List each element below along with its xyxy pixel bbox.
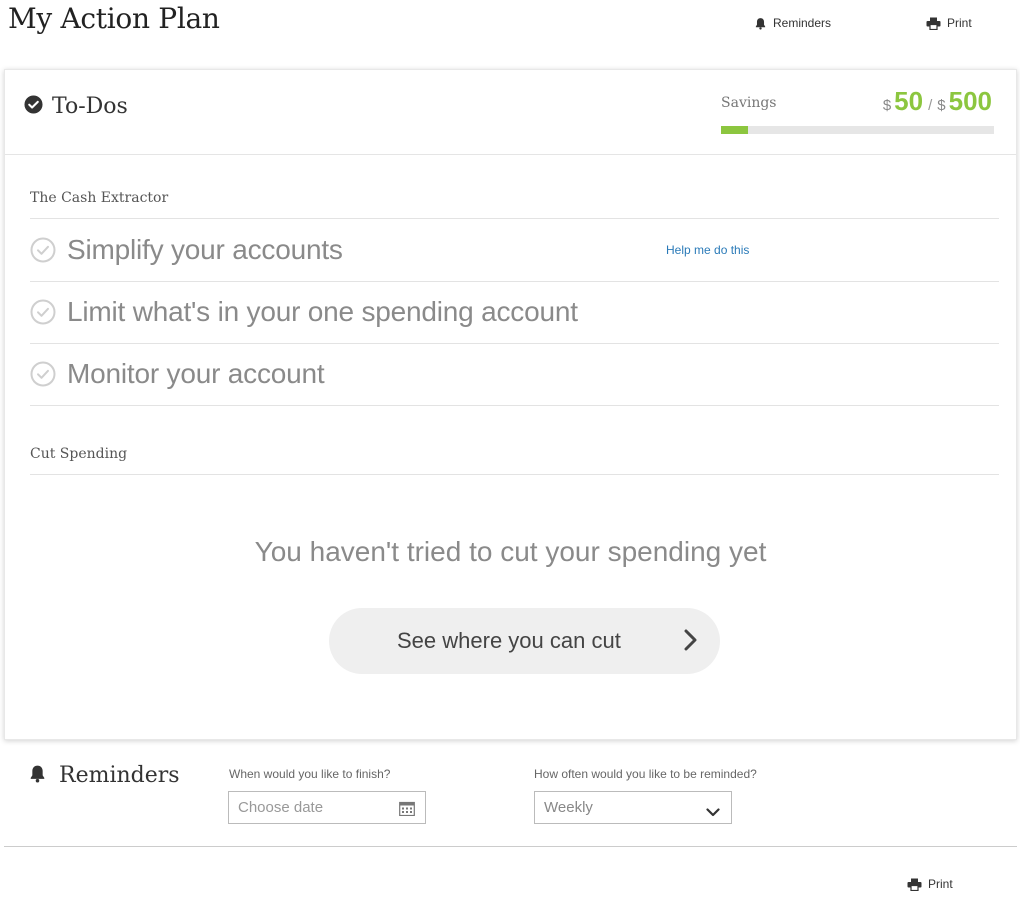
cut-button-label: See where you can cut	[397, 628, 621, 653]
reminders-link-label: Reminders	[773, 16, 832, 30]
todos-header: To-Dos Savings $ 50 / $ 500	[5, 70, 1016, 155]
bell-icon	[754, 17, 767, 30]
savings-goal-currency: $	[937, 97, 946, 114]
chevron-down-icon	[706, 804, 720, 821]
section-title-cash-extractor: The Cash Extractor	[30, 190, 169, 206]
todo-item[interactable]: Monitor your account	[30, 343, 999, 405]
divider	[30, 405, 999, 406]
reminder-frequency-select[interactable]: Weekly	[534, 791, 732, 824]
todo-item[interactable]: Simplify your accounts Help me do this	[30, 219, 999, 281]
reminders-section-title: Reminders	[28, 763, 180, 788]
finish-date-input[interactable]: Choose date	[228, 791, 426, 824]
footer-print-label: Print	[928, 877, 953, 891]
empty-state-message: You haven't tried to cut your spending y…	[254, 536, 767, 567]
todo-item-label: Simplify your accounts	[67, 234, 343, 265]
printer-icon	[926, 17, 941, 30]
savings-progress-fill	[721, 126, 749, 134]
divider	[30, 474, 999, 475]
savings-current: 50	[894, 86, 924, 116]
todo-item[interactable]: Limit what's in your one spending accoun…	[30, 281, 999, 343]
reminder-frequency-value: Weekly	[544, 799, 593, 816]
reminders-link[interactable]: Reminders	[754, 16, 831, 30]
savings-label: Savings	[721, 95, 777, 111]
check-circle-outline-icon[interactable]	[30, 237, 56, 263]
print-link-label: Print	[947, 16, 972, 30]
calendar-icon[interactable]	[399, 801, 415, 820]
savings-progress-bar	[721, 126, 994, 134]
check-circle-icon	[24, 94, 43, 119]
todos-card: To-Dos Savings $ 50 / $ 500 The Cash Ext…	[4, 69, 1017, 740]
reminders-title-label: Reminders	[59, 763, 180, 788]
footer-divider	[4, 846, 1017, 847]
finish-date-label: When would you like to finish?	[229, 767, 391, 781]
todos-title: To-Dos	[24, 94, 128, 119]
check-circle-outline-icon[interactable]	[30, 299, 56, 325]
savings-separator: /	[928, 97, 933, 114]
finish-date-placeholder: Choose date	[238, 799, 324, 816]
chevron-right-icon	[682, 628, 698, 657]
print-link[interactable]: Print	[926, 16, 972, 30]
page-title: My Action Plan	[8, 2, 220, 35]
todo-item-label: Limit what's in your one spending accoun…	[67, 296, 578, 327]
section-title-cut-spending: Cut Spending	[30, 446, 128, 462]
check-circle-outline-icon[interactable]	[30, 361, 56, 387]
todo-item-label: Monitor your account	[67, 358, 325, 389]
footer-print-link[interactable]: Print	[907, 877, 953, 891]
savings-amounts: $ 50 / $ 500	[883, 86, 992, 117]
help-me-do-this-link[interactable]: Help me do this	[666, 243, 749, 257]
reminder-frequency-label: How often would you like to be reminded?	[534, 767, 757, 781]
todos-title-label: To-Dos	[52, 94, 128, 119]
printer-icon	[907, 878, 922, 891]
bell-icon	[28, 764, 47, 788]
savings-goal: 500	[948, 86, 992, 116]
see-where-you-can-cut-button[interactable]: See where you can cut	[329, 608, 720, 674]
savings-currency: $	[882, 97, 892, 114]
